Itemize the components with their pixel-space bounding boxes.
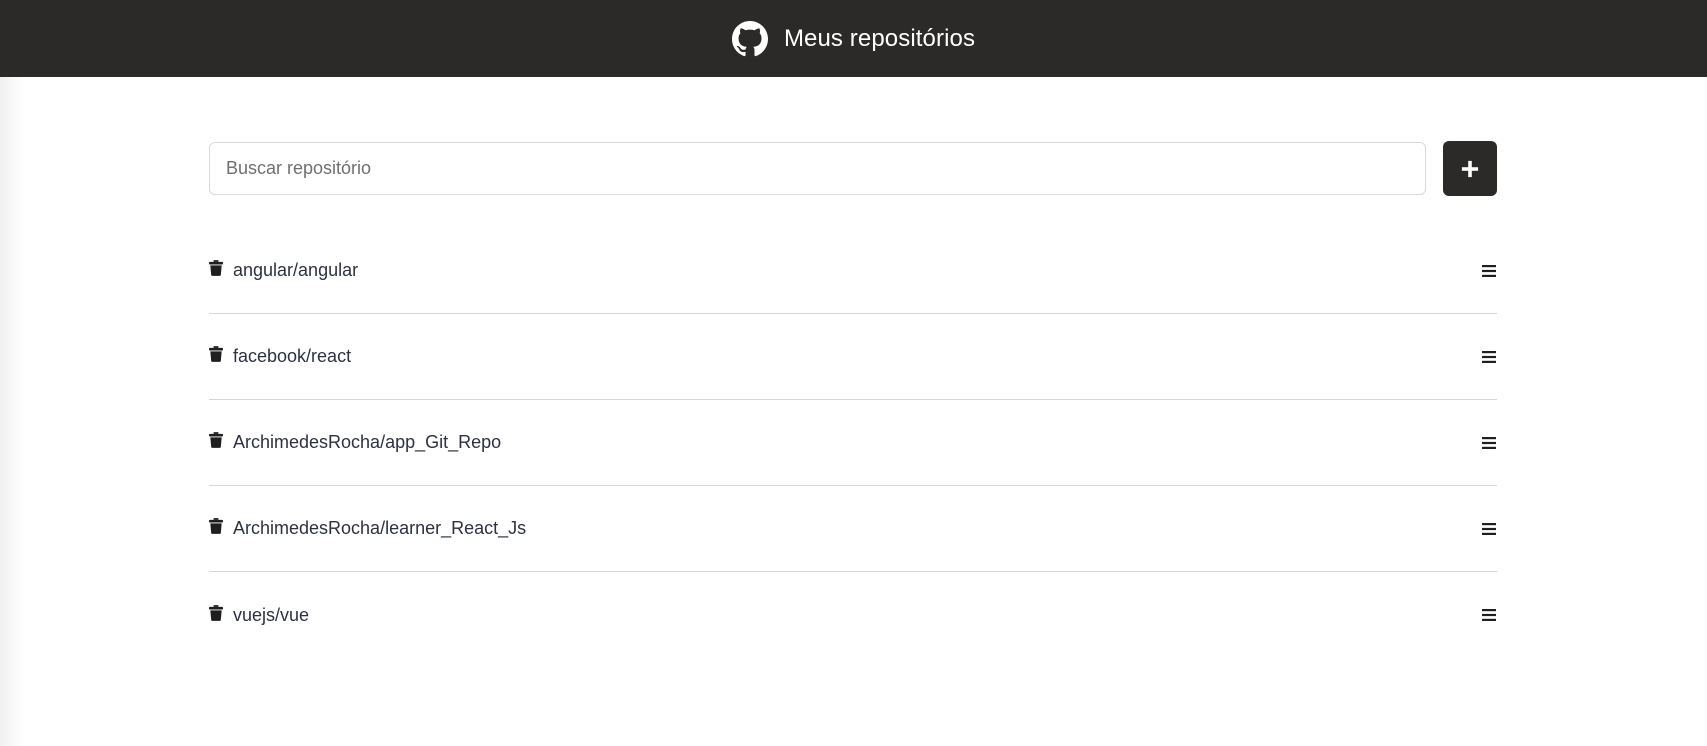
repository-name: ArchimedesRocha/learner_React_Js (233, 518, 527, 538)
repository-item: vuejs/vue (209, 572, 1497, 658)
page-edge-shade (0, 77, 24, 746)
repository-name: angular/angular (233, 260, 359, 280)
trash-icon[interactable] (209, 346, 225, 364)
repository-info: vuejs/vue (209, 605, 309, 626)
page-title: Meus repositórios (783, 24, 976, 52)
hamburger-icon[interactable] (1481, 263, 1497, 279)
repository-item: angular/angular (209, 228, 1497, 314)
add-repository-button[interactable] (1443, 141, 1497, 196)
app-header: Meus repositórios (0, 0, 1707, 77)
github-icon (731, 20, 768, 57)
hamburger-icon[interactable] (1481, 435, 1497, 451)
plus-icon (1461, 160, 1479, 178)
repository-info: facebook/react (209, 346, 351, 367)
repository-name: ArchimedesRocha/app_Git_Repo (233, 432, 502, 452)
repository-info: angular/angular (209, 260, 358, 281)
trash-icon[interactable] (209, 518, 225, 536)
hamburger-icon[interactable] (1481, 349, 1497, 365)
search-form (209, 141, 1497, 196)
repository-list: angular/angular facebook/react Archimede… (209, 228, 1497, 658)
repository-item: facebook/react (209, 314, 1497, 400)
trash-icon[interactable] (209, 604, 225, 623)
main-content: angular/angular facebook/react (209, 141, 1497, 674)
trash-icon[interactable] (209, 432, 225, 450)
repository-name: vuejs/vue (233, 604, 310, 625)
search-input[interactable] (209, 142, 1426, 195)
trash-icon[interactable] (209, 260, 225, 278)
repository-info: ArchimedesRocha/learner_React_Js (209, 518, 526, 539)
repository-item: ArchimedesRocha/learner_React_Js (209, 486, 1497, 572)
repository-item: ArchimedesRocha/app_Git_Repo (209, 400, 1497, 486)
hamburger-icon[interactable] (1481, 521, 1497, 537)
hamburger-icon[interactable] (1481, 607, 1497, 623)
repository-name: facebook/react (233, 346, 352, 366)
repository-info: ArchimedesRocha/app_Git_Repo (209, 432, 501, 453)
